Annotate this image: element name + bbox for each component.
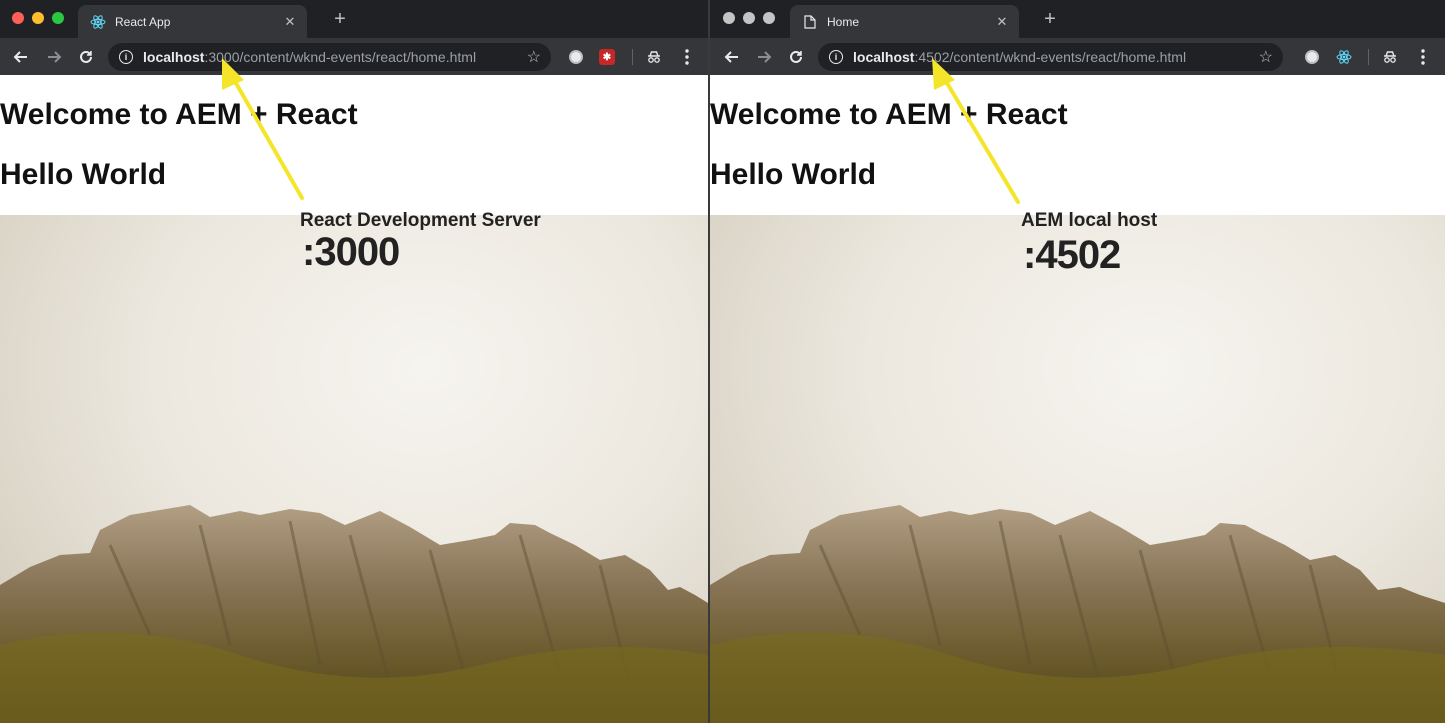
maximize-window-button[interactable]	[763, 12, 775, 24]
annotation-port: :3000	[302, 230, 400, 274]
page-subheading: Hello World	[0, 158, 167, 191]
extension-circle-icon[interactable]	[567, 48, 585, 66]
forward-icon[interactable]	[753, 46, 775, 68]
bookmark-star-icon[interactable]: ☆	[527, 47, 541, 67]
close-tab-icon[interactable]: ✕	[995, 14, 1009, 30]
tab-title: React App	[115, 14, 171, 29]
reload-icon[interactable]	[785, 46, 807, 68]
address-bar[interactable]: i localhost:4502/content/wknd-events/rea…	[818, 43, 1283, 71]
annotation-label: AEM local host	[1021, 210, 1158, 231]
extension-circle-icon[interactable]	[1303, 48, 1321, 66]
page-content: Welcome to AEM + React Hello World	[710, 75, 1445, 723]
browser-toolbar: i localhost:4502/content/wknd-events/rea…	[710, 38, 1445, 75]
tab-home[interactable]: Home ✕	[790, 5, 1019, 38]
react-logo-icon	[90, 14, 106, 30]
address-bar[interactable]: i localhost:3000/content/wknd-events/rea…	[108, 43, 551, 71]
tab-react-app[interactable]: React App ✕	[78, 5, 307, 38]
tab-bar: Home ✕ +	[710, 0, 1445, 38]
mountain-hero-image	[710, 215, 1445, 723]
back-icon[interactable]	[721, 46, 743, 68]
new-tab-icon[interactable]: +	[330, 9, 350, 29]
url-host: localhost	[853, 49, 915, 65]
url-path: :3000/content/wknd-events/react/home.htm…	[204, 49, 477, 65]
window-controls	[723, 12, 775, 24]
info-icon[interactable]: i	[829, 50, 843, 64]
page-heading: Welcome to AEM + React	[0, 98, 358, 131]
page-heading: Welcome to AEM + React	[710, 98, 1068, 131]
maximize-window-button[interactable]	[52, 12, 64, 24]
incognito-icon[interactable]	[645, 48, 663, 66]
close-tab-icon[interactable]: ✕	[283, 14, 297, 30]
extension-red-icon[interactable]: ✱	[598, 48, 616, 66]
toolbar-separator	[632, 49, 633, 65]
url-host: localhost	[143, 49, 205, 65]
incognito-icon[interactable]	[1381, 48, 1399, 66]
menu-kebab-icon[interactable]	[678, 48, 696, 66]
reload-icon[interactable]	[75, 46, 97, 68]
bookmark-star-icon[interactable]: ☆	[1259, 47, 1273, 67]
browser-toolbar: i localhost:3000/content/wknd-events/rea…	[0, 38, 708, 75]
browser-window-right: Home ✕ + i localhost:4502/content/wknd-e…	[710, 0, 1445, 723]
tab-title: Home	[827, 14, 860, 29]
info-icon[interactable]: i	[119, 50, 133, 64]
page-icon	[802, 14, 818, 30]
annotation-label: React Development Server	[300, 210, 541, 231]
close-window-button[interactable]	[723, 12, 735, 24]
url-text: localhost:4502/content/wknd-events/react…	[853, 49, 1259, 65]
close-window-button[interactable]	[12, 12, 24, 24]
toolbar-separator	[1368, 49, 1369, 65]
url-path: :4502/content/wknd-events/react/home.htm…	[914, 49, 1187, 65]
react-devtools-icon[interactable]	[1335, 48, 1353, 66]
menu-kebab-icon[interactable]	[1414, 48, 1432, 66]
mountain-hero-image	[0, 215, 708, 723]
minimize-window-button[interactable]	[743, 12, 755, 24]
forward-icon[interactable]	[43, 46, 65, 68]
new-tab-icon[interactable]: +	[1040, 9, 1060, 29]
window-controls	[12, 12, 64, 24]
tab-bar: React App ✕ +	[0, 0, 708, 38]
minimize-window-button[interactable]	[32, 12, 44, 24]
url-text: localhost:3000/content/wknd-events/react…	[143, 49, 527, 65]
page-content: Welcome to AEM + React Hello World	[0, 75, 708, 723]
back-icon[interactable]	[10, 46, 32, 68]
annotation-port: :4502	[1023, 233, 1121, 277]
page-subheading: Hello World	[710, 158, 877, 191]
browser-window-left: React App ✕ + i localhost:3000/content/w…	[0, 0, 708, 723]
